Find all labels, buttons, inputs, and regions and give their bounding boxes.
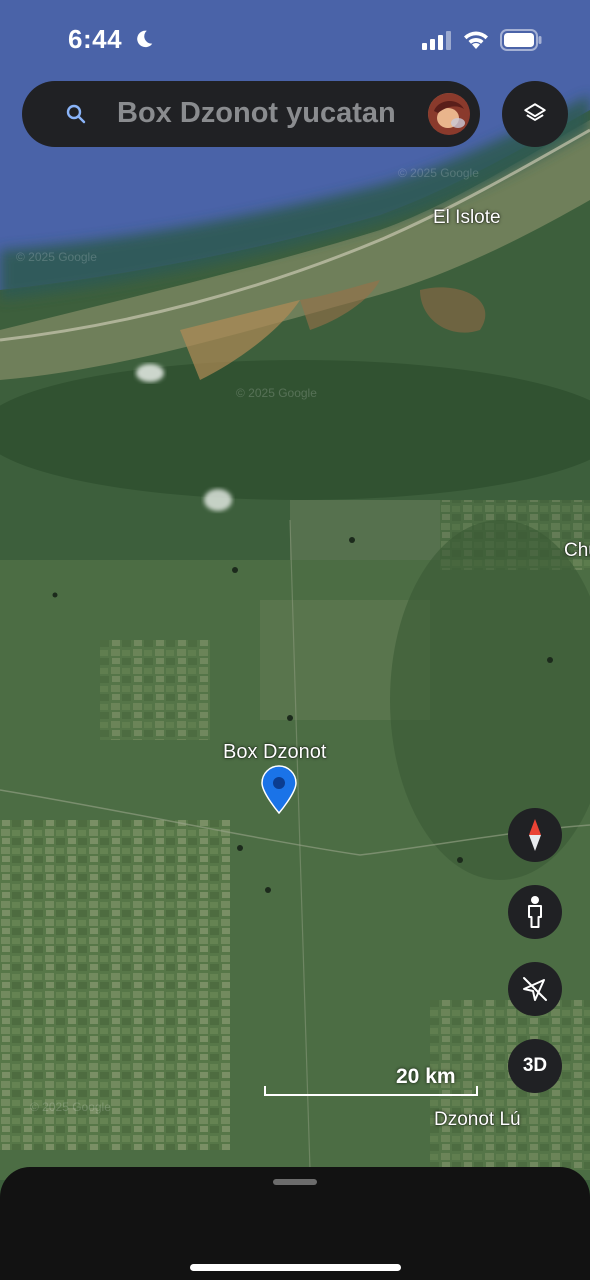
sheet-drag-handle[interactable] xyxy=(273,1179,317,1185)
wifi-icon xyxy=(464,31,488,49)
search-input[interactable]: Box Dzonot yucatan xyxy=(117,97,396,130)
scale-bar xyxy=(264,1086,478,1096)
search-bar[interactable]: Box Dzonot yucatan xyxy=(22,81,480,147)
place-label-dzonot-lu[interactable]: Dzonot Lú xyxy=(434,1109,521,1131)
status-bar: 6:44 xyxy=(0,0,590,80)
street-view-button[interactable] xyxy=(508,885,562,939)
cellular-signal-icon xyxy=(422,31,451,50)
place-label-chu[interactable]: Chu xyxy=(564,540,590,562)
moon-icon xyxy=(137,30,153,48)
compass-button[interactable] xyxy=(508,808,562,862)
status-icons xyxy=(422,28,542,52)
place-label-el-islote[interactable]: El Islote xyxy=(433,207,501,229)
bottom-sheet[interactable] xyxy=(0,1167,590,1280)
map-watermark: © 2025 Google xyxy=(236,386,317,400)
avatar[interactable] xyxy=(428,93,470,135)
avatar-image xyxy=(428,93,470,135)
3d-label: 3D xyxy=(522,1055,548,1076)
3d-button[interactable]: 3D xyxy=(508,1039,562,1093)
place-label-box-dzonot[interactable]: Box Dzonot xyxy=(223,741,326,764)
home-indicator[interactable] xyxy=(190,1264,401,1271)
layers-button[interactable] xyxy=(502,81,568,147)
map-watermark: © 2025 Google xyxy=(398,166,479,180)
status-time: 6:44 xyxy=(68,24,123,54)
pegman-icon xyxy=(528,896,542,928)
map-watermark: © 2025 Google xyxy=(16,250,97,264)
location-off-icon xyxy=(523,977,547,1001)
layers-icon xyxy=(524,103,546,121)
my-location-button[interactable] xyxy=(508,962,562,1016)
map-watermark: © 2025 Google xyxy=(30,1100,111,1114)
search-icon[interactable] xyxy=(64,102,88,126)
battery-icon xyxy=(500,29,542,51)
location-pin-icon[interactable] xyxy=(259,765,299,815)
compass-icon xyxy=(529,819,541,851)
